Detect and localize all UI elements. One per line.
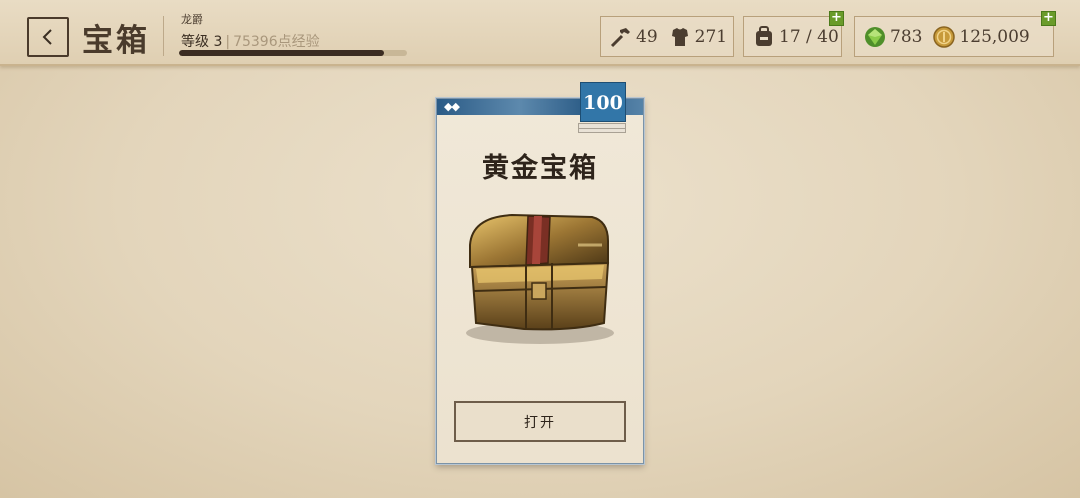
- level-label: 等级 3: [181, 34, 223, 50]
- golden-chest-icon: [466, 213, 614, 344]
- level-info: 等级 3 | 75396点经验: [181, 31, 320, 51]
- xp-progress-fill: [179, 50, 385, 56]
- gem-icon: [865, 26, 885, 47]
- chest-title: 黄金宝箱: [482, 153, 598, 184]
- gold-item: 125,009: [932, 25, 1030, 49]
- title-divider: [163, 16, 164, 56]
- chevron-left-icon: [42, 29, 52, 45]
- inventory-count: 17 / 40: [779, 26, 839, 47]
- top-bar: 宝箱 龙爵 等级 3 | 75396点经验 49 271 17 / 40 + 7…: [0, 0, 1080, 66]
- bag-icon: [756, 25, 772, 46]
- gems-count: 783: [890, 26, 923, 47]
- add-inventory-button[interactable]: +: [829, 11, 844, 26]
- hammer-icon: [610, 27, 630, 47]
- player-name: 龙爵: [181, 13, 203, 26]
- gems-item: 783: [863, 25, 922, 49]
- page-title: 宝箱: [82, 23, 150, 59]
- inventory-resources[interactable]: 17 / 40: [743, 16, 842, 57]
- armor-count: 271: [694, 26, 728, 47]
- armor-item: 271: [668, 25, 727, 49]
- chest-count: 100: [580, 82, 626, 122]
- card-gems-mark: ◆◆: [444, 100, 460, 113]
- armor-icon: [671, 27, 688, 46]
- crafting-resources[interactable]: 49 271: [600, 16, 734, 57]
- inventory-item: 17 / 40: [752, 25, 839, 49]
- xp-label: 75396点经验: [233, 34, 320, 50]
- level-separator: |: [225, 34, 231, 50]
- gold-count: 125,009: [959, 26, 1030, 47]
- add-currency-button[interactable]: +: [1041, 11, 1056, 26]
- xp-progress-bar: [179, 50, 407, 56]
- open-chest-button[interactable]: 打开: [454, 401, 626, 442]
- back-button[interactable]: [27, 17, 69, 57]
- crafting-item: 49: [609, 25, 658, 49]
- chest-count-badge: 100: [578, 82, 628, 133]
- badge-stack-layer: [578, 123, 626, 129]
- currency-resources[interactable]: 783 125,009: [854, 16, 1054, 57]
- crafting-count: 49: [636, 26, 658, 47]
- gold-coin-icon: [933, 25, 956, 48]
